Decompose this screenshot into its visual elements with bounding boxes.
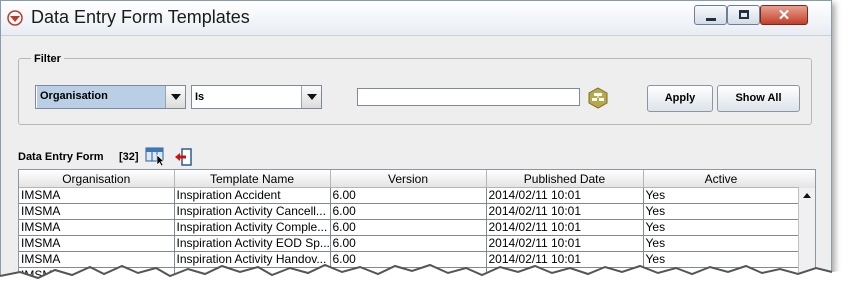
- chevron-down-icon[interactable]: [165, 86, 185, 108]
- window-title: Data Entry Form Templates: [31, 7, 250, 27]
- torn-edge: [0, 263, 848, 303]
- show-all-button[interactable]: Show All: [717, 85, 800, 112]
- filter-operator-select[interactable]: Is: [191, 85, 322, 109]
- minimize-button[interactable]: [694, 5, 727, 25]
- table-row[interactable]: IMSMA Inspiration Activity Comple... 6.0…: [19, 219, 800, 236]
- filter-field-value: Organisation: [37, 86, 165, 108]
- chevron-down-icon[interactable]: [301, 86, 321, 108]
- table-row[interactable]: IMSMA Inspiration Activity Cancell... 6.…: [19, 203, 800, 220]
- cell-active: Yes: [643, 203, 800, 220]
- close-icon: ✕: [777, 7, 791, 24]
- cell-published-date: 2014/02/11 10:01: [486, 187, 644, 204]
- table-header-row: Organisation Template Name Version Publi…: [19, 170, 800, 188]
- cell-active: Yes: [643, 235, 800, 252]
- minimize-icon: [706, 18, 716, 21]
- cell-active: Yes: [643, 187, 800, 204]
- table-header-corner: [799, 170, 815, 189]
- cell-version: 6.00: [330, 219, 487, 236]
- columns-icon[interactable]: [145, 146, 167, 166]
- close-button[interactable]: ✕: [760, 5, 808, 25]
- cell-version: 6.00: [330, 235, 487, 252]
- cell-version: 6.00: [330, 187, 487, 204]
- filter-operator-value: Is: [195, 91, 205, 103]
- filter-legend: Filter: [31, 53, 64, 65]
- cell-published-date: 2014/02/11 10:01: [486, 235, 644, 252]
- maximize-button[interactable]: [727, 5, 760, 25]
- cell-organisation: IMSMA: [19, 235, 175, 252]
- cell-published-date: 2014/02/11 10:01: [486, 219, 644, 236]
- cell-template-name: Inspiration Activity Comple...: [174, 219, 331, 236]
- cell-version: 6.00: [330, 203, 487, 220]
- column-header[interactable]: Active: [643, 170, 800, 188]
- cell-template-name: Inspiration Activity EOD Sp...: [174, 235, 331, 252]
- dialog-window: Data Entry Form Templates ✕ Filter Organ…: [0, 0, 832, 280]
- apply-button[interactable]: Apply: [647, 85, 713, 112]
- column-header[interactable]: Organisation: [19, 170, 175, 188]
- cell-organisation: IMSMA: [19, 187, 175, 204]
- cell-organisation: IMSMA: [19, 203, 175, 220]
- cell-template-name: Inspiration Activity Cancell...: [174, 203, 331, 220]
- title-bar[interactable]: Data Entry Form Templates ✕: [1, 1, 831, 36]
- column-header[interactable]: Version: [330, 170, 487, 188]
- grid-title: Data Entry Form: [18, 151, 104, 163]
- cell-active: Yes: [643, 219, 800, 236]
- table-row[interactable]: IMSMA Inspiration Activity EOD Sp... 6.0…: [19, 235, 800, 252]
- app-icon: [7, 10, 23, 26]
- cell-organisation: IMSMA: [19, 219, 175, 236]
- record-count: [32]: [119, 151, 139, 163]
- export-icon[interactable]: [173, 147, 193, 167]
- column-header[interactable]: Published Date: [486, 170, 644, 188]
- cell-template-name: Inspiration Accident: [174, 187, 331, 204]
- maximize-icon: [739, 10, 749, 19]
- table-row[interactable]: IMSMA Inspiration Accident 6.00 2014/02/…: [19, 187, 800, 204]
- scroll-up-icon[interactable]: [799, 188, 815, 204]
- filter-field-select[interactable]: Organisation: [35, 85, 186, 109]
- lookup-icon[interactable]: [587, 87, 609, 109]
- cell-published-date: 2014/02/11 10:01: [486, 203, 644, 220]
- filter-value-input[interactable]: [357, 88, 580, 106]
- column-header[interactable]: Template Name: [174, 170, 331, 188]
